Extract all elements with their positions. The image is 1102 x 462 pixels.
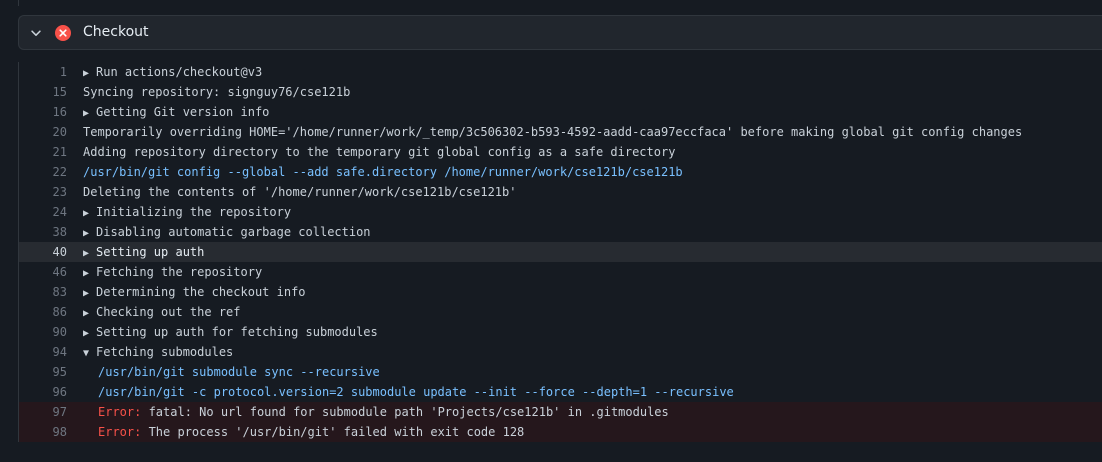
log-line[interactable]: 86 ▶ Checking out the ref: [19, 302, 1102, 322]
line-number[interactable]: 1: [19, 62, 67, 82]
log-line[interactable]: 90 ▶ Setting up auth for fetching submodul…: [19, 322, 1102, 342]
previous-step-stub: [18, 0, 1102, 6]
log-text: Temporarily overriding HOME='/home/runne…: [83, 122, 1022, 142]
line-number[interactable]: 21: [19, 142, 67, 162]
log-line-content: Adding repository directory to the tempo…: [83, 145, 676, 159]
log-text: ▶ Fetching the repository: [83, 262, 262, 284]
log-line[interactable]: 40 ▶ Setting up auth: [19, 242, 1102, 262]
line-number[interactable]: 83: [19, 282, 67, 302]
log-text: Error: The process '/usr/bin/git' failed…: [98, 422, 524, 442]
triangle-right-icon[interactable]: ▶: [83, 204, 96, 224]
triangle-right-icon[interactable]: ▶: [83, 264, 96, 284]
log-line: 15 Syncing repository: signguy76/cse121b: [19, 82, 1102, 102]
line-number[interactable]: 16: [19, 102, 67, 122]
log-line-content: /usr/bin/git config --global --add safe.…: [83, 165, 683, 179]
log-text: ▶ Setting up auth: [83, 242, 204, 264]
x-circle-fill-icon: [55, 25, 71, 41]
log-line: 21 Adding repository directory to the tem…: [19, 142, 1102, 162]
log-line-content: fatal: No url found for submodule path '…: [141, 405, 669, 419]
log-line[interactable]: 94 ▼ Fetching submodules: [19, 342, 1102, 362]
log-line-content: Syncing repository: signguy76/cse121b: [83, 85, 351, 99]
log-text: Adding repository directory to the tempo…: [83, 142, 675, 162]
log-line: 23 Deleting the contents of '/home/runner…: [19, 182, 1102, 202]
log-error-line: 97 Error: fatal: No url found for submodu…: [19, 402, 1102, 422]
log-line[interactable]: 24 ▶ Initializing the repository: [19, 202, 1102, 222]
error-label: Error:: [98, 405, 142, 419]
line-number[interactable]: 20: [19, 122, 67, 142]
triangle-right-icon[interactable]: ▶: [83, 104, 96, 124]
line-number[interactable]: 95: [19, 362, 67, 382]
log-line-content: /usr/bin/git -c protocol.version=2 submo…: [98, 385, 734, 399]
line-number[interactable]: 15: [19, 82, 67, 102]
log-line[interactable]: 1 ▶ Run actions/checkout@v3: [19, 62, 1102, 82]
log-text: ▶ Determining the checkout info: [83, 282, 306, 304]
log-output: 1 ▶ Run actions/checkout@v3 15 Syncing repos…: [18, 62, 1102, 442]
log-line-content: /usr/bin/git submodule sync --recursive: [98, 365, 380, 379]
log-text: Error: fatal: No url found for submodule…: [98, 402, 669, 422]
triangle-right-icon[interactable]: ▶: [83, 324, 96, 344]
log-text: ▶ Checking out the ref: [83, 302, 241, 324]
log-line-content: Temporarily overriding HOME='/home/runne…: [83, 125, 1023, 139]
log-text: Deleting the contents of '/home/runner/w…: [83, 182, 516, 202]
log-text: ▶ Disabling automatic garbage collection: [83, 222, 371, 244]
chevron-down-icon[interactable]: [29, 26, 43, 40]
log-line-content: Fetching the repository: [96, 265, 263, 279]
log-command-text: /usr/bin/git -c protocol.version=2 submo…: [98, 382, 734, 402]
log-line: 22/usr/bin/git config --global --add saf…: [19, 162, 1102, 182]
line-number[interactable]: 24: [19, 202, 67, 222]
log-line-content: Checking out the ref: [96, 305, 241, 319]
log-line-content: Setting up auth: [96, 245, 205, 259]
log-line-content: Getting Git version info: [96, 105, 270, 119]
step-header-checkout[interactable]: Checkout: [18, 15, 1102, 50]
line-number[interactable]: 86: [19, 302, 67, 322]
line-number[interactable]: 38: [19, 222, 67, 242]
triangle-right-icon[interactable]: ▶: [83, 304, 96, 324]
line-number[interactable]: 46: [19, 262, 67, 282]
log-text: ▼ Fetching submodules: [83, 342, 233, 364]
line-number[interactable]: 90: [19, 322, 67, 342]
log-text: ▶ Initializing the repository: [83, 202, 291, 224]
log-line: 95/usr/bin/git submodule sync --recursiv…: [19, 362, 1102, 382]
triangle-right-icon[interactable]: ▶: [83, 244, 96, 264]
log-text: Syncing repository: signguy76/cse121b: [83, 82, 350, 102]
log-line-content: Disabling automatic garbage collection: [96, 225, 371, 239]
line-number[interactable]: 23: [19, 182, 67, 202]
log-line-content: The process '/usr/bin/git' failed with e…: [141, 425, 525, 439]
step-title: Checkout: [83, 24, 149, 40]
line-number[interactable]: 96: [19, 382, 67, 402]
log-error-line: 98 Error: The process '/usr/bin/git' fail…: [19, 422, 1102, 442]
line-number[interactable]: 22: [19, 162, 67, 182]
log-line: 96/usr/bin/git -c protocol.version=2 sub…: [19, 382, 1102, 402]
log-line-content: Deleting the contents of '/home/runner/w…: [83, 185, 517, 199]
triangle-right-icon[interactable]: ▶: [83, 224, 96, 244]
log-line-content: Run actions/checkout@v3: [96, 65, 263, 79]
log-line[interactable]: 38 ▶ Disabling automatic garbage collectio…: [19, 222, 1102, 242]
log-line: 20 Temporarily overriding HOME='/home/run…: [19, 122, 1102, 142]
line-number[interactable]: 98: [19, 422, 67, 442]
line-number[interactable]: 97: [19, 402, 67, 422]
log-text: ▶ Run actions/checkout@v3: [83, 62, 262, 84]
log-line-content: Initializing the repository: [96, 205, 292, 219]
log-line-content: Fetching submodules: [96, 345, 234, 359]
log-line[interactable]: 16 ▶ Getting Git version info: [19, 102, 1102, 122]
triangle-right-icon[interactable]: ▶: [83, 64, 96, 84]
log-command-text: /usr/bin/git submodule sync --recursive: [98, 362, 380, 382]
log-text: ▶ Getting Git version info: [83, 102, 269, 124]
triangle-right-icon[interactable]: ▶: [83, 284, 96, 304]
log-line[interactable]: 46 ▶ Fetching the repository: [19, 262, 1102, 282]
log-command-text: /usr/bin/git config --global --add safe.…: [83, 162, 683, 182]
log-text: ▶ Setting up auth for fetching submodules: [83, 322, 378, 344]
line-number[interactable]: 40: [19, 242, 67, 262]
log-line[interactable]: 83 ▶ Determining the checkout info: [19, 282, 1102, 302]
line-number[interactable]: 94: [19, 342, 67, 362]
triangle-down-icon[interactable]: ▼: [83, 344, 96, 364]
log-line-content: Setting up auth for fetching submodules: [96, 325, 378, 339]
error-label: Error:: [98, 425, 142, 439]
log-line-content: Determining the checkout info: [96, 285, 306, 299]
